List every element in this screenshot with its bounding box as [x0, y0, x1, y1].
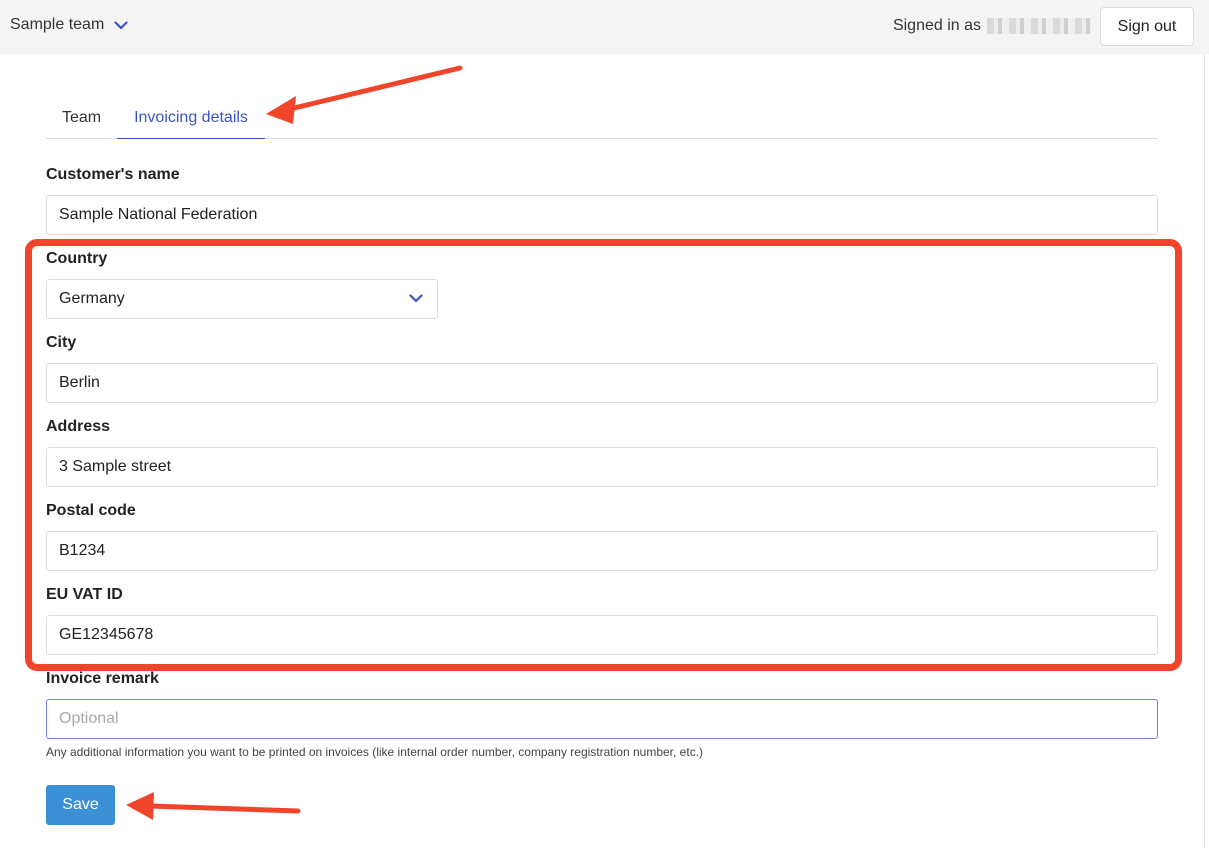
team-name: Sample team: [10, 16, 105, 33]
redacted-username: [987, 18, 1091, 34]
address-label: Address: [46, 418, 111, 435]
invoice-remark-help: Any additional information you want to b…: [46, 745, 704, 759]
tab-invoicing-details[interactable]: Invoicing details: [117, 98, 265, 139]
address-input[interactable]: [46, 447, 1158, 487]
postal-code-label: Postal code: [46, 502, 136, 519]
vat-id-label: EU VAT ID: [46, 586, 123, 603]
tab-team[interactable]: Team: [46, 98, 117, 139]
team-switcher[interactable]: Sample team: [10, 16, 128, 34]
city-input[interactable]: [46, 363, 1158, 403]
customer-name-label: Customer's name: [46, 166, 180, 183]
signed-in-info: Signed in as: [893, 17, 1091, 35]
tab-bar: Team Invoicing details: [46, 98, 1158, 139]
chevron-down-icon: [114, 20, 128, 29]
chevron-down-icon: [409, 294, 423, 303]
country-label: Country: [46, 250, 108, 267]
vat-id-input[interactable]: [46, 615, 1158, 655]
invoice-remark-input[interactable]: [46, 699, 1158, 739]
top-bar: Sample team Signed in as Sign out: [0, 0, 1209, 54]
signed-in-label: Signed in as: [892, 17, 981, 34]
page-edge-divider: [1204, 54, 1205, 848]
save-button[interactable]: Save: [46, 785, 115, 825]
customer-name-input[interactable]: [46, 195, 1158, 235]
sign-out-button[interactable]: Sign out: [1100, 7, 1194, 46]
country-selected-value: Germany: [59, 290, 125, 307]
invoice-remark-label: Invoice remark: [46, 670, 159, 687]
postal-code-input[interactable]: [46, 531, 1158, 571]
city-label: City: [46, 334, 77, 351]
country-select[interactable]: Germany: [46, 279, 438, 319]
